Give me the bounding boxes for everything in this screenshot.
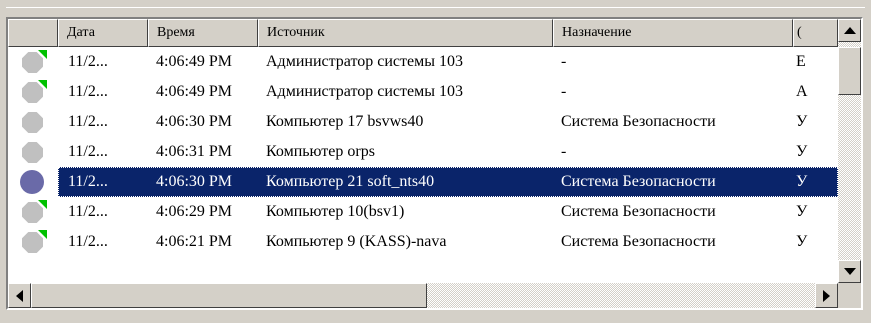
arrow-left-icon [16, 289, 23, 302]
destination-cell: - [561, 53, 567, 70]
extra-cell: У [796, 113, 808, 130]
arrow-right-icon [823, 289, 830, 302]
time-cell: 4:06:29 PM [156, 203, 233, 220]
time-cell: 4:06:30 PM [156, 173, 233, 190]
column-header-time[interactable]: Время [148, 19, 258, 47]
time-cell: 4:06:31 PM [156, 143, 233, 160]
green-flag-icon [38, 80, 47, 89]
scroll-up-button[interactable] [838, 19, 861, 42]
table-row[interactable]: 11/2... 4:06:21 PM Компьютер 9 (KASS)-nava… [8, 227, 838, 257]
green-flag-icon [38, 50, 47, 59]
extra-cell: E [796, 53, 806, 70]
destination-cell: Система Безопасности [561, 113, 716, 130]
scroll-right-button[interactable] [815, 283, 838, 308]
source-cell: Компьютер 9 (KASS)-nava [266, 233, 447, 250]
destination-cell: Система Безопасности [561, 203, 716, 220]
arrow-up-icon [843, 27, 856, 34]
table-row[interactable]: 11/2... 4:06:49 PM Администратор системы 1… [8, 77, 838, 107]
time-cell: 4:06:21 PM [156, 233, 233, 250]
status-cell [8, 77, 58, 107]
divider [6, 7, 865, 8]
status-cell [8, 107, 58, 137]
table-row[interactable]: 11/2... 4:06:31 PM Компьютер orps - У [8, 137, 838, 167]
destination-cell: - [561, 143, 567, 160]
arrow-down-icon [843, 268, 856, 275]
column-header-destination[interactable]: Назначение [553, 19, 793, 47]
top-toolbar-strip [0, 0, 871, 9]
green-flag-icon [38, 230, 47, 239]
time-cell: 4:06:49 PM [156, 53, 233, 70]
column-header-bar: Дата Время Источник Назначение ( [8, 19, 838, 47]
table-row[interactable]: 11/2... 4:06:29 PM Компьютер 10(bsv1) Систе… [8, 197, 838, 227]
column-header-status[interactable] [8, 19, 58, 47]
status-gray-icon [22, 112, 43, 133]
vertical-scroll-thumb[interactable] [838, 47, 861, 95]
scroll-down-button[interactable] [838, 260, 861, 283]
extra-cell: A [796, 83, 808, 100]
column-header-source[interactable]: Источник [258, 19, 553, 47]
extra-cell: У [796, 173, 808, 190]
date-cell: 11/2... [68, 83, 108, 100]
status-gray-icon [22, 142, 43, 163]
column-header-extra[interactable]: ( [793, 19, 838, 47]
table-row[interactable]: 11/2... 4:06:30 PM Компьютер 17 bsvws40 Сис… [8, 107, 838, 137]
source-cell: Администратор системы 103 [266, 53, 463, 70]
column-header-date[interactable]: Дата [58, 19, 148, 47]
horizontal-scroll-thumb[interactable] [31, 283, 427, 308]
status-cell [8, 47, 58, 77]
date-cell: 11/2... [68, 203, 108, 220]
event-list-view[interactable]: Дата Время Источник Назначение ( 11/2...… [6, 17, 863, 310]
scrollbar-corner [838, 283, 861, 308]
horizontal-scrollbar[interactable] [8, 283, 838, 308]
destination-cell: Система Безопасности [561, 233, 716, 250]
source-cell: Компьютер 21 soft_nts40 [266, 173, 435, 190]
status-cell [8, 227, 58, 257]
table-row[interactable]: 11/2... 4:06:30 PM Компьютер 21 soft_nts40… [8, 167, 838, 197]
date-cell: 11/2... [68, 173, 108, 190]
vertical-scrollbar[interactable] [838, 19, 861, 283]
status-cell [8, 167, 58, 197]
date-cell: 11/2... [68, 53, 108, 70]
extra-cell: У [796, 203, 808, 220]
time-cell: 4:06:49 PM [156, 83, 233, 100]
source-cell: Компьютер 10(bsv1) [266, 203, 405, 220]
extra-cell: У [796, 233, 808, 250]
status-cell [8, 137, 58, 167]
source-cell: Компьютер 17 bsvws40 [266, 113, 424, 130]
scroll-left-button[interactable] [8, 283, 31, 308]
status-blue-icon [20, 170, 44, 194]
date-cell: 11/2... [68, 113, 108, 130]
time-cell: 4:06:30 PM [156, 113, 233, 130]
destination-cell: - [561, 83, 567, 100]
date-cell: 11/2... [68, 233, 108, 250]
event-rows: 11/2... 4:06:49 PM Администратор системы 1… [8, 47, 838, 257]
extra-cell: У [796, 143, 808, 160]
green-flag-icon [38, 200, 47, 209]
table-row[interactable]: 11/2... 4:06:49 PM Администратор системы 1… [8, 47, 838, 77]
source-cell: Компьютер orps [266, 143, 375, 160]
destination-cell: Система Безопасности [561, 173, 716, 190]
status-cell [8, 197, 58, 227]
date-cell: 11/2... [68, 143, 108, 160]
source-cell: Администратор системы 103 [266, 83, 463, 100]
